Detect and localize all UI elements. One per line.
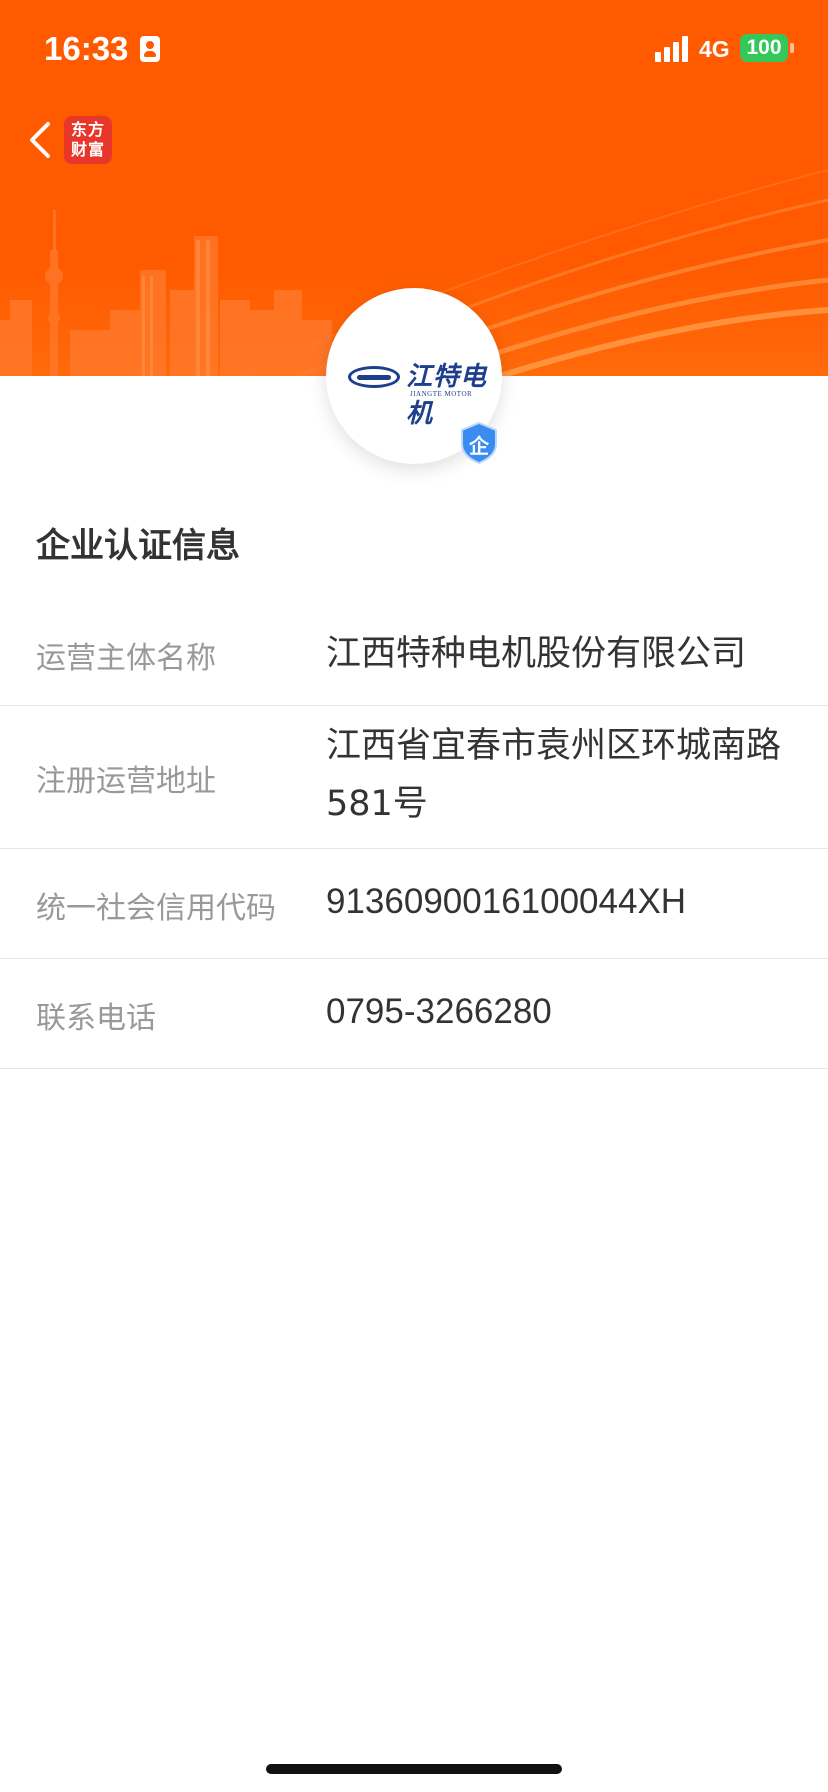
- info-row-address: 注册运营地址 江西省宜春市袁州区环城南路581号: [0, 706, 828, 849]
- info-list: 运营主体名称 江西特种电机股份有限公司 注册运营地址 江西省宜春市袁州区环城南路…: [0, 606, 828, 1069]
- info-row-company-name: 运营主体名称 江西特种电机股份有限公司: [0, 606, 828, 706]
- logo-emblem-icon: [348, 366, 400, 388]
- status-bar: 16:33 4G 100: [0, 0, 828, 100]
- section-title: 企业认证信息: [36, 526, 240, 566]
- contact-card-icon: [140, 36, 160, 62]
- info-row-credit-code: 统一社会信用代码 9136090016100044XH: [0, 849, 828, 959]
- info-value: 江西特种电机股份有限公司: [326, 634, 747, 674]
- home-indicator[interactable]: [266, 1764, 562, 1774]
- phone-value[interactable]: 0795-3266280: [326, 983, 796, 1041]
- logo-company-en: JIANGTE MOTOR: [410, 390, 473, 398]
- app-logo: 东方 财富: [64, 116, 112, 164]
- badge-label: 企: [469, 434, 489, 458]
- brand-line2: 财富: [70, 140, 105, 159]
- signal-icon: [655, 36, 689, 62]
- status-time: 16:33: [44, 30, 129, 67]
- info-label: 联系电话: [36, 1001, 156, 1036]
- info-value: 江西省宜春市袁州区环城南路581号: [326, 726, 782, 824]
- info-label: 注册运营地址: [36, 764, 216, 799]
- battery-indicator: 100: [740, 34, 788, 62]
- battery-tip: [790, 43, 794, 53]
- back-button[interactable]: [24, 118, 60, 162]
- brand-line1: 东方: [70, 120, 105, 139]
- network-type: 4G: [699, 36, 730, 62]
- chevron-left-icon: [30, 122, 50, 158]
- info-row-phone: 联系电话 0795-3266280: [0, 959, 828, 1069]
- enterprise-verified-badge: 企: [460, 421, 498, 465]
- info-value: 9136090016100044XH: [326, 882, 687, 921]
- info-label: 统一社会信用代码: [36, 891, 276, 926]
- info-label: 运营主体名称: [36, 641, 216, 676]
